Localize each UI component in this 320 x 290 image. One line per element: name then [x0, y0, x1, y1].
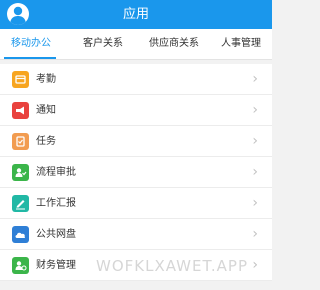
attendance-icon [12, 71, 29, 88]
chevron-right-icon: › [252, 257, 258, 273]
list-item-public-drive[interactable]: 公共网盘 › [0, 219, 272, 250]
list-item-work-report[interactable]: 工作汇报 › [0, 188, 272, 219]
page-title: 应用 [122, 7, 149, 22]
app-header: 应用 [0, 0, 272, 29]
list-item-label: 财务管理 [36, 260, 76, 271]
chevron-right-icon: › [252, 226, 258, 242]
list-item-label: 流程审批 [36, 167, 76, 178]
list-item-label: 通知 [36, 105, 56, 116]
tab-supplier-relations[interactable]: 供应商关系 [143, 29, 205, 60]
list-item-notice[interactable]: 通知 › [0, 95, 272, 126]
finance-icon [12, 257, 29, 274]
chevron-right-icon: › [252, 102, 258, 118]
list-item-label: 考勤 [36, 74, 56, 85]
active-tab-indicator [4, 57, 56, 59]
list-item-finance[interactable]: 财务管理 › [0, 250, 272, 281]
tab-bar: 移动办公 客户关系 供应商关系 人事管理 [0, 29, 272, 60]
chevron-right-icon: › [252, 71, 258, 87]
megaphone-icon [12, 102, 29, 119]
chevron-right-icon: › [252, 133, 258, 149]
list-item-label: 公共网盘 [36, 229, 76, 240]
tab-customer-relations[interactable]: 客户关系 [78, 29, 128, 60]
approval-icon [12, 164, 29, 181]
tab-mobile-office[interactable]: 移动办公 [6, 29, 56, 60]
chevron-right-icon: › [252, 164, 258, 180]
edit-icon [12, 195, 29, 212]
list-item-approval[interactable]: 流程审批 › [0, 157, 272, 188]
tab-hr-management[interactable]: 人事管理 [216, 29, 266, 60]
list-item-label: 工作汇报 [36, 198, 76, 209]
chevron-right-icon: › [252, 195, 258, 211]
list-item-task[interactable]: 任务 › [0, 126, 272, 157]
list-item-label: 任务 [36, 136, 56, 147]
list-item-attendance[interactable]: 考勤 › [0, 64, 272, 95]
app-list: 考勤 › 通知 › 任务 › 流程审批 › 工作汇报 › 公共网盘 › 财务管理… [0, 64, 272, 281]
cloud-icon [12, 226, 29, 243]
clipboard-icon [12, 133, 29, 150]
